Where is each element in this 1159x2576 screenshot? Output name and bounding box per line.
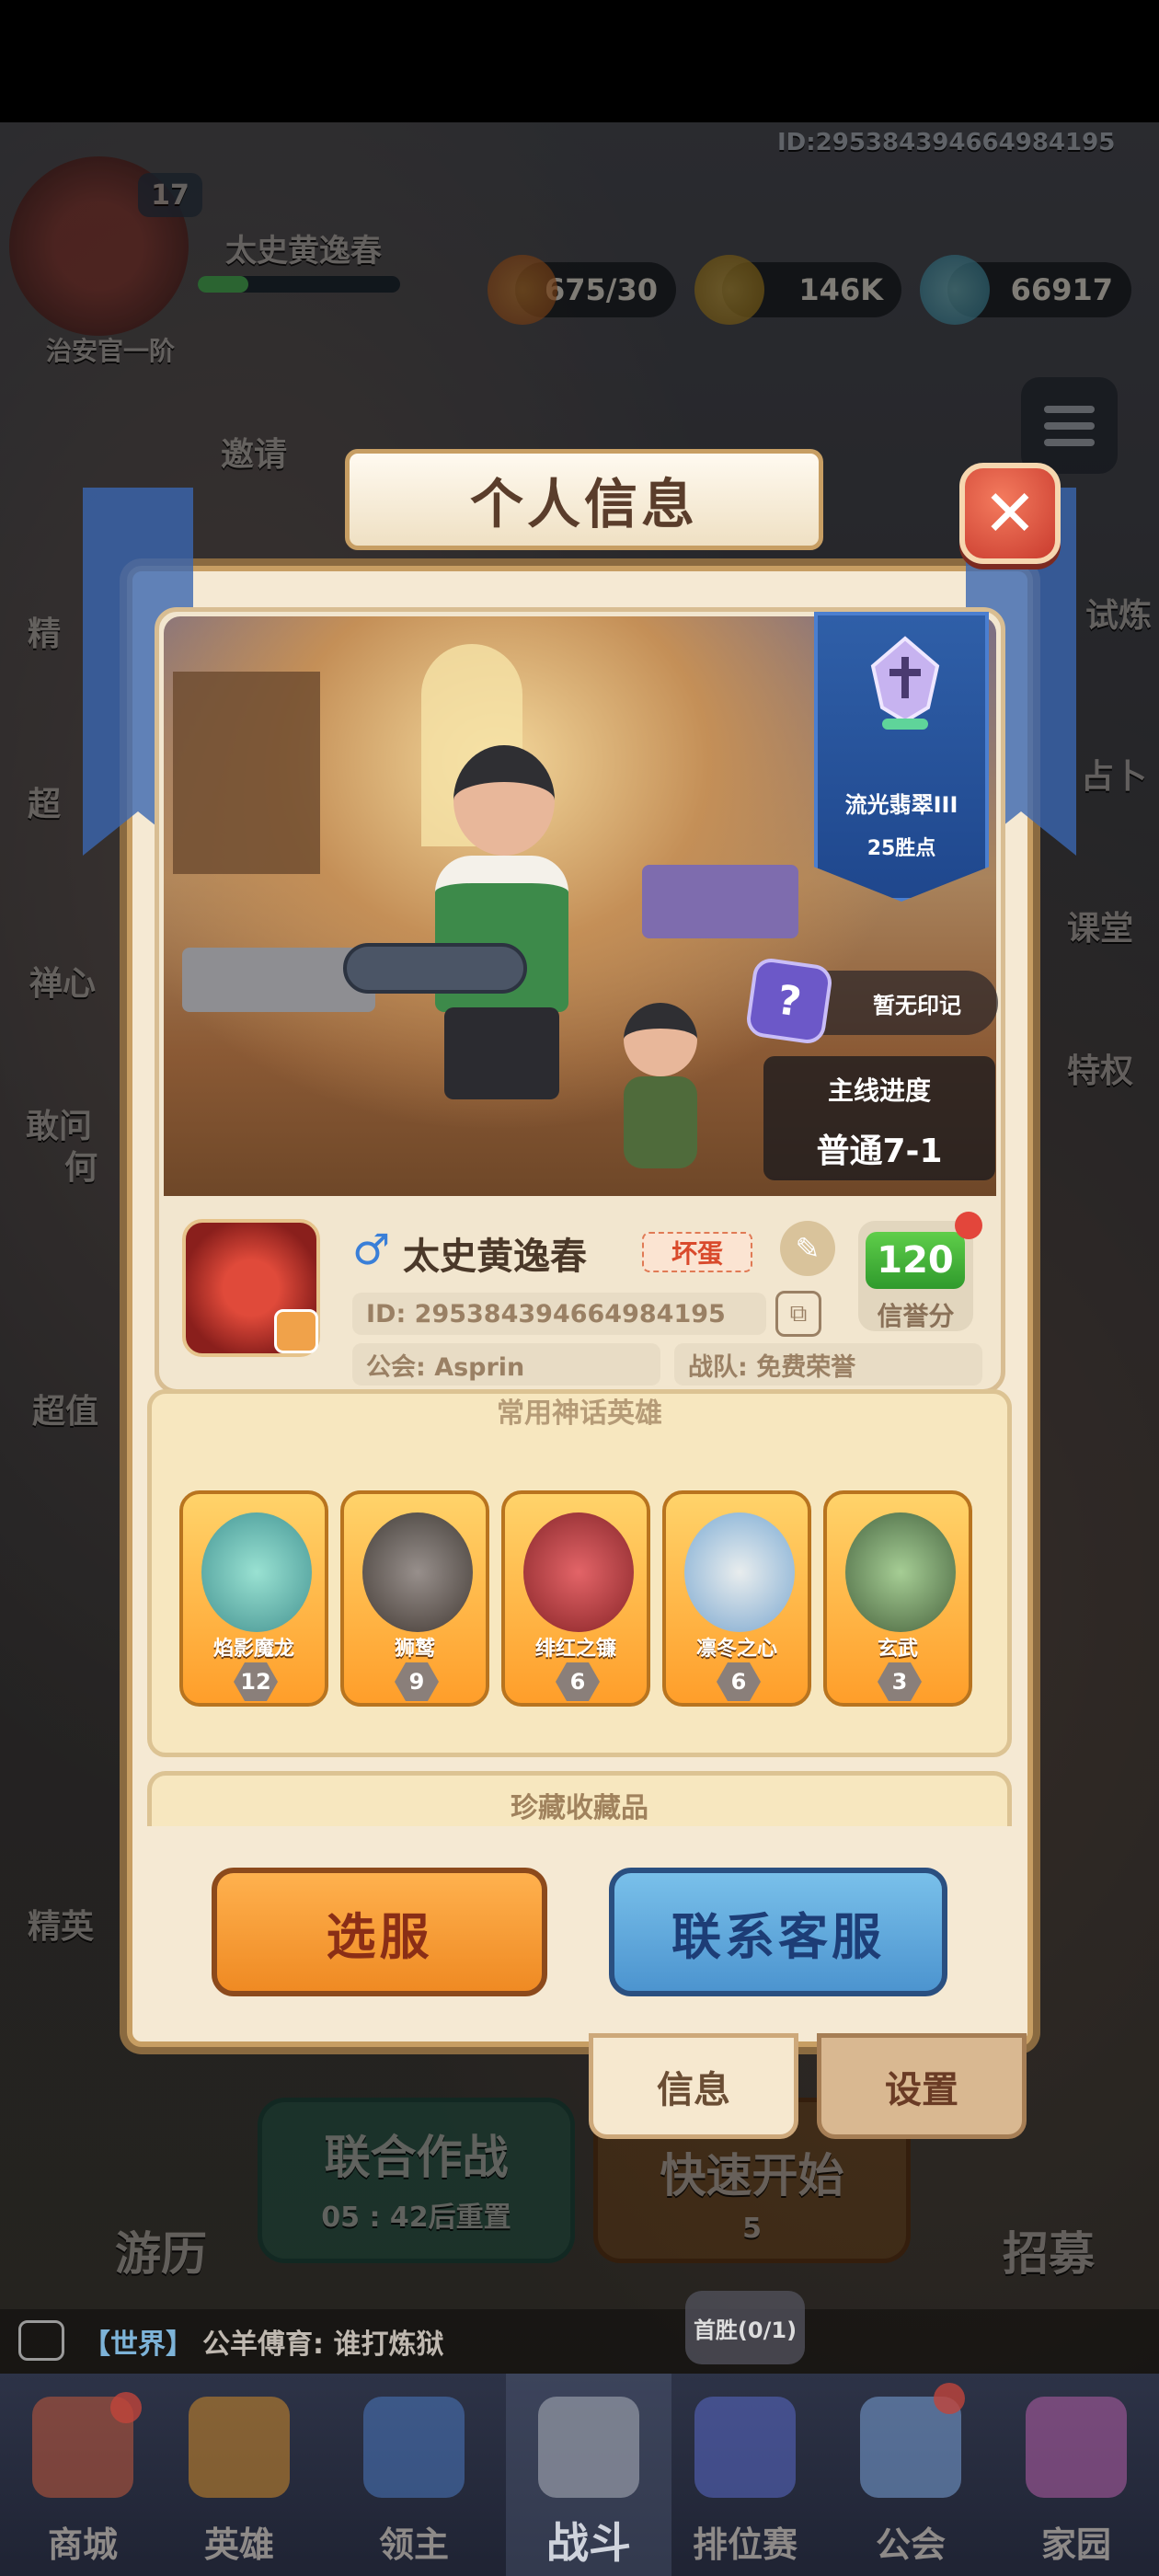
hero-portrait <box>362 1512 473 1632</box>
hero-level: 6 <box>556 1662 600 1701</box>
hero-portrait <box>523 1512 634 1632</box>
bottom-nav: 商城 英雄 领主 战斗 排位赛 公会 家园 <box>0 2374 1159 2576</box>
rank-banner[interactable]: 流光翡翠III 25胜点 <box>814 612 989 902</box>
rank-points: 25胜点 <box>866 837 936 860</box>
weapon-cannon <box>343 943 527 994</box>
nav-home[interactable]: 家园 <box>993 2374 1159 2576</box>
player-id-field: ID: 29538439466498419​5 <box>352 1293 766 1335</box>
hero-portrait <box>845 1512 956 1632</box>
world-chat-bar[interactable]: 【世界】 公羊傅育: 谁打炼狱 <box>0 2309 1159 2374</box>
guild-field: 公会: Asprin <box>352 1343 660 1386</box>
profile-info: ♂ 太史黄逸春 坏蛋 ✎ ID: 29538439466498419​5 ⧉ 公… <box>164 1201 996 1389</box>
avatar-frame-badge <box>274 1309 318 1353</box>
hero-name: 玄武 <box>877 1638 918 1661</box>
hero-level: 3 <box>878 1662 922 1701</box>
hero-name: 绯红之镰 <box>534 1638 616 1661</box>
hero-card[interactable]: 凛冬之心 6 <box>662 1490 811 1707</box>
hero-name: 狮鹫 <box>394 1638 435 1661</box>
rank-name: 流光翡翠III <box>844 792 958 818</box>
companion-character <box>614 1003 706 1178</box>
chat-message: 公羊傅育: 谁打炼狱 <box>202 2329 444 2361</box>
books-stack <box>642 865 798 938</box>
nav-battle[interactable]: 战斗 <box>506 2374 671 2576</box>
home-icon <box>1026 2397 1127 2498</box>
hero-card[interactable]: 焰影魔龙 12 <box>179 1490 328 1707</box>
first-win-badge: 首胜(0/1) <box>685 2291 805 2364</box>
nav-heroes[interactable]: 英雄 <box>156 2374 322 2576</box>
modal-title: 个人信息 <box>345 449 823 550</box>
hero-level: 12 <box>234 1662 278 1701</box>
copy-id-button[interactable]: ⧉ <box>775 1291 821 1337</box>
player-character <box>426 745 573 1104</box>
tab-info[interactable]: 信息 <box>589 2033 798 2139</box>
favorite-heroes-section: 常用神话英雄 焰影魔龙 12 狮鹫 9 绯红之镰 6 凛冬之心 6 玄武 3 <box>147 1389 1012 1757</box>
nav-shop[interactable]: 商城 <box>0 2374 166 2576</box>
game-screen: ID:29538439466498419​5 17 太史黄逸春 治安官一阶 67… <box>0 0 1159 2576</box>
player-name: 太史黄逸春 <box>403 1236 587 1278</box>
main-progress-value: 普通7-1 <box>816 1133 943 1170</box>
feather-pen-icon: ✎ <box>795 1231 820 1266</box>
credit-score-value: 120 <box>866 1232 965 1289</box>
hero-portrait <box>201 1512 312 1632</box>
nav-lord[interactable]: 领主 <box>331 2374 497 2576</box>
ranked-shield-icon <box>694 2397 796 2498</box>
edit-name-button[interactable]: ✎ <box>780 1221 835 1276</box>
hero-card[interactable]: 绯红之镰 6 <box>501 1490 650 1707</box>
select-server-button[interactable]: 选服 <box>212 1868 547 1996</box>
team-field: 战队: 免费荣誉 <box>674 1343 982 1386</box>
credit-score-label: 信誉分 <box>877 1301 955 1331</box>
rank-emblem-icon <box>870 636 940 730</box>
hero-name: 焰影魔龙 <box>212 1638 294 1661</box>
hero-portrait <box>684 1512 795 1632</box>
contact-support-button[interactable]: 联系客服 <box>609 1868 947 1996</box>
question-mark-icon: ? <box>744 956 834 1046</box>
collection-section[interactable]: 珍藏收藏品 <box>147 1771 1012 1826</box>
battle-swords-icon <box>538 2397 639 2498</box>
chat-channel: 【世界】 <box>83 2329 193 2361</box>
hero-level: 6 <box>717 1662 761 1701</box>
main-progress-label: 主线进度 <box>827 1075 931 1106</box>
tab-settings[interactable]: 设置 <box>817 2033 1027 2139</box>
lord-banner-icon <box>363 2397 465 2498</box>
notification-dot <box>934 2383 965 2414</box>
favorite-heroes-title: 常用神话英雄 <box>497 1397 662 1430</box>
notification-dot <box>110 2392 142 2423</box>
hero-card[interactable]: 玄武 3 <box>823 1490 972 1707</box>
close-button[interactable]: ✕ <box>959 463 1061 564</box>
hero-card[interactable]: 狮鹫 9 <box>340 1490 489 1707</box>
nav-ranked[interactable]: 排位赛 <box>662 2374 828 2576</box>
male-gender-icon: ♂ <box>352 1225 391 1274</box>
hero-name: 凛冬之心 <box>695 1638 777 1661</box>
title-badge[interactable]: 坏蛋 <box>642 1232 752 1272</box>
hero-card-icon <box>189 2397 290 2498</box>
notification-dot <box>955 1212 982 1239</box>
chat-bubble-icon <box>18 2320 64 2361</box>
credit-score[interactable]: 120 信誉分 <box>858 1212 982 1331</box>
main-progress-panel: 主线进度 普通7-1 <box>763 1056 995 1180</box>
imprint-status[interactable]: ? 暂无印记 <box>744 956 998 1046</box>
bookshelf <box>173 672 320 874</box>
copy-icon: ⧉ <box>789 1299 808 1328</box>
nav-guild[interactable]: 公会 <box>828 2374 993 2576</box>
close-icon: ✕ <box>982 476 1038 551</box>
hero-level: 9 <box>395 1662 439 1701</box>
